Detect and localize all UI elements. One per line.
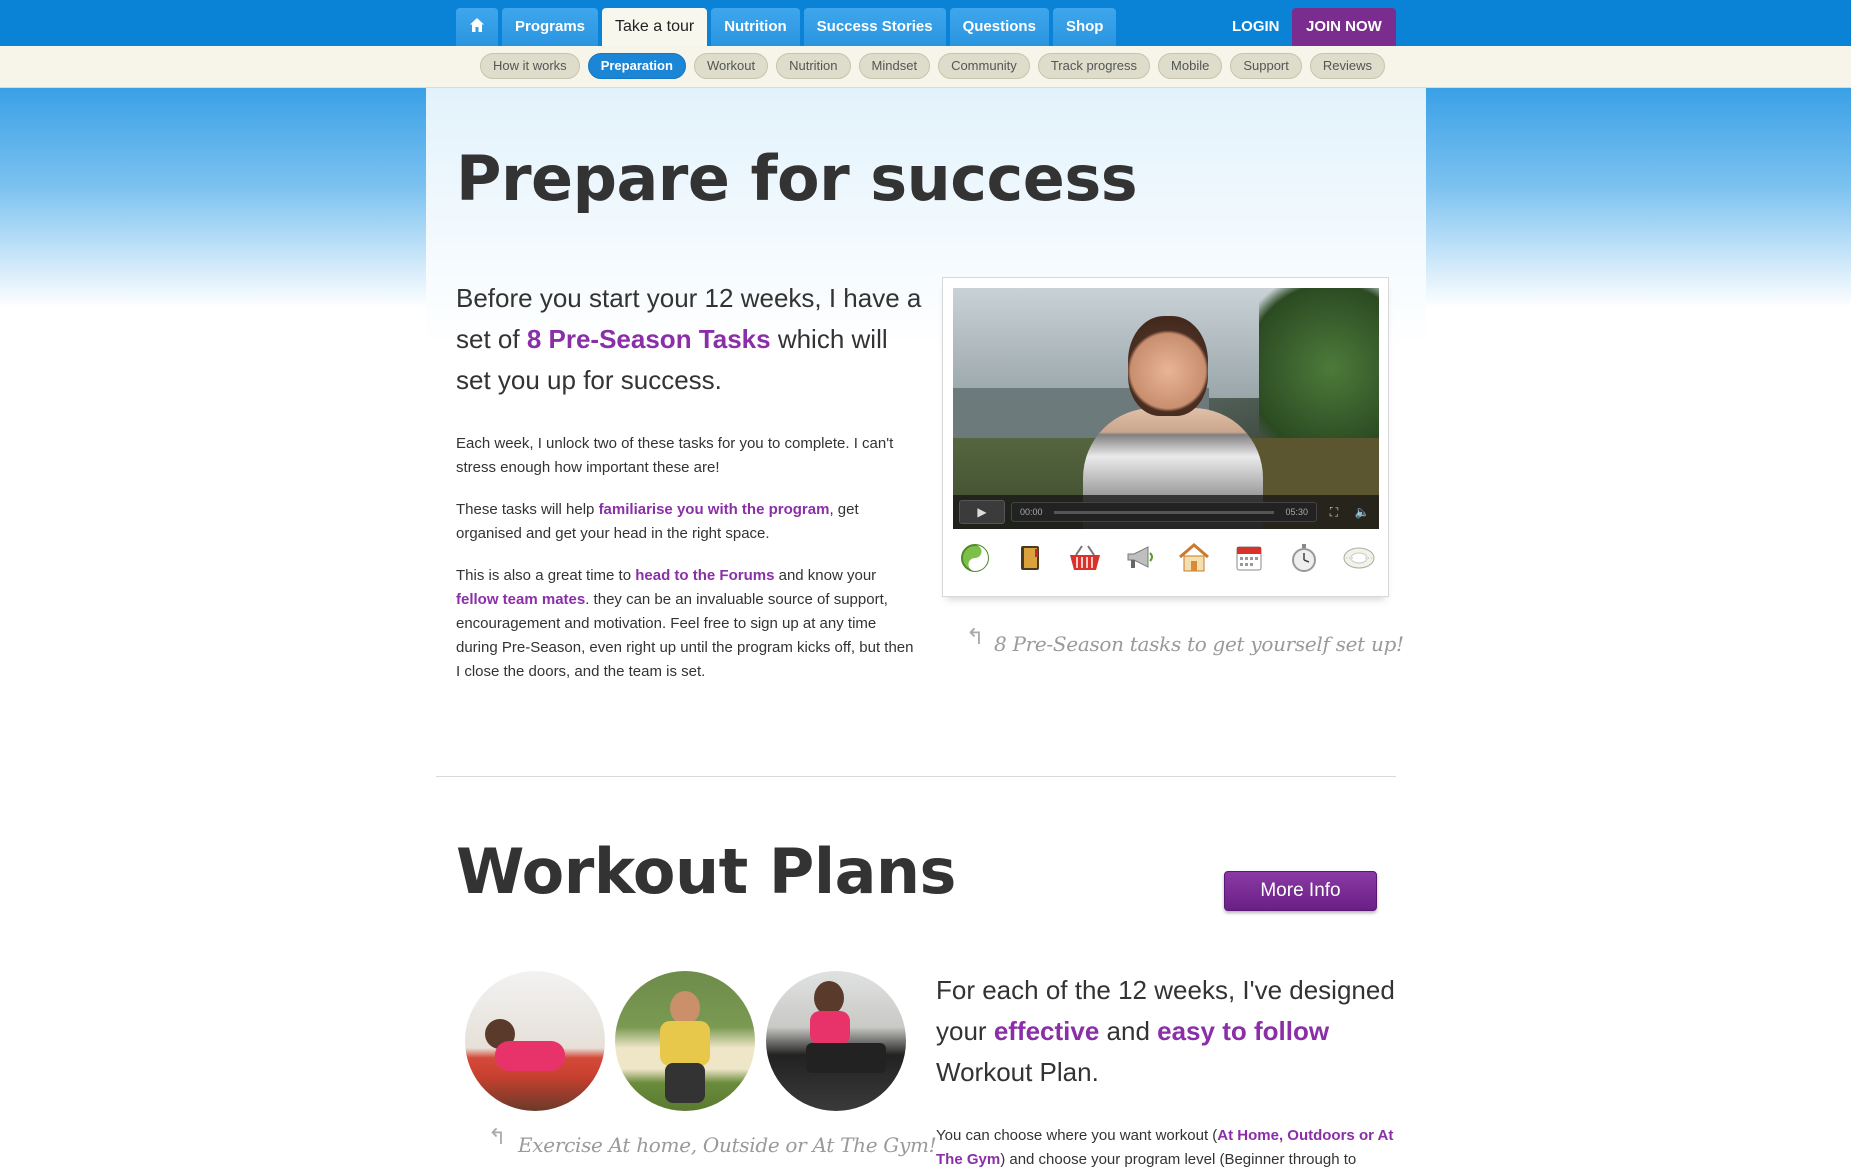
fullscreen-icon[interactable]: ⛶	[1323, 501, 1345, 523]
effective-highlight: effective	[993, 1016, 1100, 1046]
preparation-body: Each week, I unlock two of these tasks f…	[456, 432, 916, 702]
workout-photo-home	[465, 971, 605, 1111]
calendar-icon[interactable]	[1231, 540, 1267, 576]
task-icon-row	[957, 540, 1377, 576]
workout-plans-title: Workout Plans	[456, 835, 956, 908]
intro-video[interactable]: ▶ 00:00 05:30 ⛶ 🔈	[953, 288, 1379, 529]
sub-navigation-bar: How it works Preparation Workout Nutriti…	[0, 46, 1851, 88]
subnav-community[interactable]: Community	[938, 53, 1030, 79]
team-mates-link[interactable]: fellow team mates	[456, 591, 585, 608]
workout-lead: For each of the 12 weeks, I've designed …	[936, 975, 1395, 1087]
video-time-end: 05:30	[1285, 507, 1308, 517]
pre-season-caption: 8 Pre-Season tasks to get yourself set u…	[994, 632, 1404, 656]
tour-subnav: How it works Preparation Workout Nutriti…	[480, 53, 1385, 79]
top-navigation-bar: Programs Take a tour Nutrition Success S…	[0, 0, 1851, 46]
paragraph-forums: This is also a great time to head to the…	[456, 567, 914, 680]
basket-icon[interactable]	[1067, 540, 1103, 576]
preparation-lead: Before you start your 12 weeks, I have a…	[456, 283, 922, 395]
easy-to-follow-highlight: easy to follow	[1157, 1016, 1330, 1046]
subnav-workout[interactable]: Workout	[693, 53, 769, 79]
video-card: ▶ 00:00 05:30 ⛶ 🔈	[942, 277, 1389, 597]
video-time-start: 00:00	[1020, 507, 1043, 517]
tape-measure-icon[interactable]	[1341, 540, 1377, 576]
forums-link[interactable]: head to the Forums	[635, 567, 774, 584]
paragraph-unlock: Each week, I unlock two of these tasks f…	[456, 435, 894, 476]
workout-photo-outdoors	[615, 971, 755, 1111]
tab-programs[interactable]: Programs	[502, 8, 599, 46]
notebook-icon[interactable]	[1012, 540, 1048, 576]
tab-questions[interactable]: Questions	[949, 8, 1049, 46]
main-nav: Programs Take a tour Nutrition Success S…	[456, 8, 1117, 46]
paragraph-familiarise: These tasks will help familiarise you wi…	[456, 501, 859, 542]
page-title: Prepare for success	[456, 142, 1138, 215]
volume-icon[interactable]: 🔈	[1351, 501, 1373, 523]
familiarise-link[interactable]: familiarise you with the program	[599, 501, 830, 518]
subnav-track-progress[interactable]: Track progress	[1037, 53, 1151, 79]
video-scrubber[interactable]: 00:00 05:30	[1011, 502, 1317, 522]
section-divider	[436, 776, 1396, 777]
video-controls: ▶ 00:00 05:30 ⛶ 🔈	[953, 495, 1379, 529]
subnav-nutrition[interactable]: Nutrition	[776, 53, 851, 79]
tab-nutrition[interactable]: Nutrition	[711, 8, 800, 46]
home-tab[interactable]	[456, 8, 498, 46]
workout-photo-gym	[766, 971, 906, 1111]
subnav-preparation[interactable]: Preparation	[587, 53, 686, 79]
login-link[interactable]: LOGIN	[1220, 8, 1292, 46]
tab-shop[interactable]: Shop	[1052, 8, 1117, 46]
subnav-reviews[interactable]: Reviews	[1309, 53, 1385, 79]
yin-yang-icon[interactable]	[957, 540, 993, 576]
join-now-button[interactable]: JOIN NOW	[1292, 8, 1396, 46]
subnav-mobile[interactable]: Mobile	[1158, 53, 1223, 79]
pre-season-tasks-highlight: 8 Pre-Season Tasks	[526, 324, 771, 354]
house-icon[interactable]	[1176, 540, 1212, 576]
home-icon	[470, 18, 484, 33]
more-info-button[interactable]: More Info	[1224, 871, 1377, 911]
workout-body: You can choose where you want workout (A…	[936, 1127, 1394, 1168]
curved-arrow-icon: ↰	[966, 624, 985, 649]
curved-arrow-icon-2: ↰	[488, 1124, 507, 1149]
stopwatch-icon[interactable]	[1286, 540, 1322, 576]
subnav-support[interactable]: Support	[1230, 53, 1302, 79]
tab-take-a-tour[interactable]: Take a tour	[602, 8, 708, 46]
subnav-how-it-works[interactable]: How it works	[480, 53, 580, 79]
subnav-mindset[interactable]: Mindset	[858, 53, 931, 79]
exercise-caption: Exercise At home, Outside or At The Gym!	[518, 1133, 937, 1157]
play-button[interactable]: ▶	[959, 500, 1005, 524]
megaphone-icon[interactable]	[1122, 540, 1158, 576]
tab-success-stories[interactable]: Success Stories	[803, 8, 946, 46]
